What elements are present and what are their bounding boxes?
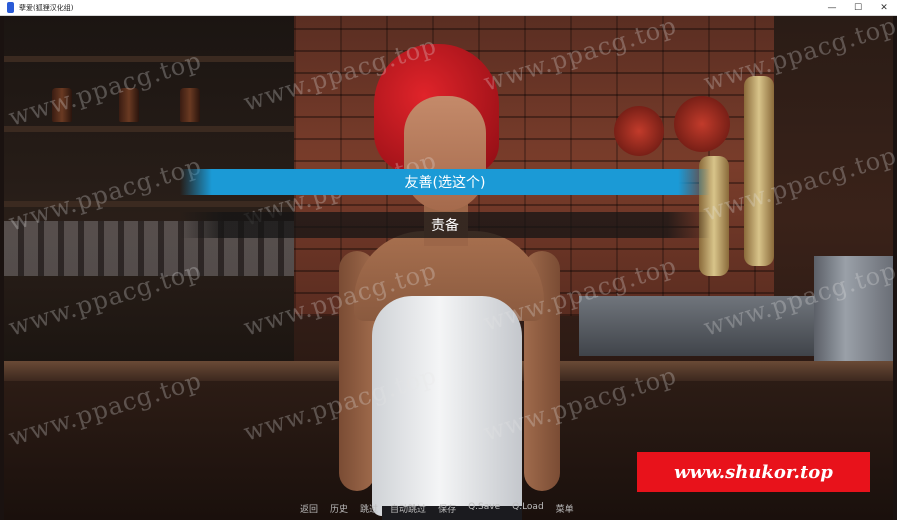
- bottle: [180, 88, 200, 122]
- tap-sign: [614, 106, 664, 156]
- tap-handle: [744, 76, 774, 266]
- quick-menu-auto[interactable]: 自动跳过: [390, 502, 426, 515]
- window-title: 孽爱(狐狸汉化组): [19, 3, 74, 12]
- minimize-button[interactable]: —: [819, 0, 845, 16]
- quick-menu-skip[interactable]: 跳过: [360, 502, 378, 515]
- choice-blame[interactable]: 责备: [180, 212, 710, 238]
- quick-menu-history[interactable]: 历史: [330, 502, 348, 515]
- quick-menu-save[interactable]: 保存: [438, 502, 456, 515]
- shelf: [4, 126, 294, 132]
- maximize-button[interactable]: ☐: [845, 0, 871, 16]
- quick-menu-qload[interactable]: Q.Load: [512, 502, 544, 515]
- quick-menu-qsave[interactable]: Q.Save: [468, 502, 500, 515]
- quick-menu-menu[interactable]: 菜单: [556, 502, 574, 515]
- promo-banner: www.shukor.top: [637, 452, 870, 492]
- app-icon: [7, 2, 14, 13]
- window-titlebar: 孽爱(狐狸汉化组) — ☐ ✕: [0, 0, 897, 16]
- choice-friendly[interactable]: 友善(选这个): [180, 169, 710, 195]
- quick-menu-back[interactable]: 返回: [300, 502, 318, 515]
- quick-menu: 返回 历史 跳过 自动跳过 保存 Q.Save Q.Load 菜单: [300, 502, 574, 515]
- tap-sign: [674, 96, 730, 152]
